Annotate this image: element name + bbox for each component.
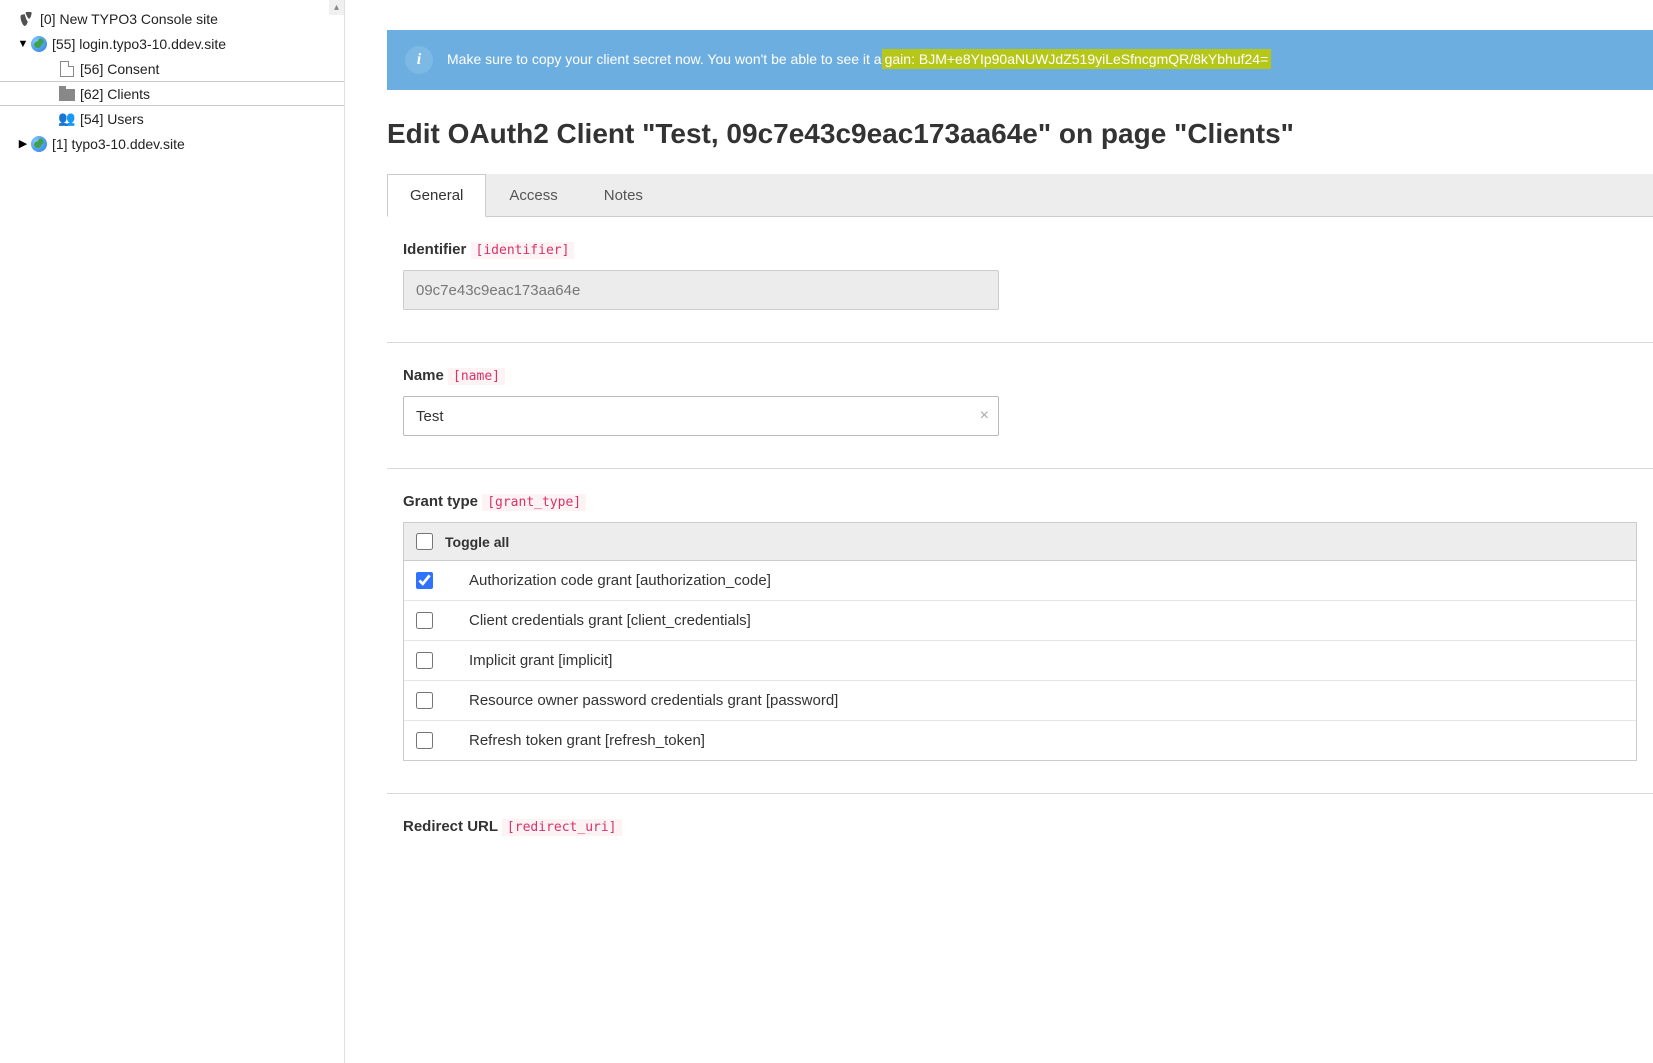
- grant-type-checklist: Toggle all Authorization code grant [aut…: [403, 522, 1637, 761]
- tree-label: [56] Consent: [80, 61, 159, 77]
- grant-option-row: Implicit grant [implicit]: [404, 641, 1636, 681]
- grant-option-checkbox[interactable]: [416, 572, 433, 589]
- tree-node-site1[interactable]: ▼ [55] login.typo3-10.ddev.site: [0, 31, 344, 56]
- tree-collapse-icon[interactable]: ▼: [16, 38, 30, 50]
- globe-icon: [30, 135, 48, 153]
- grant-option-checkbox[interactable]: [416, 692, 433, 709]
- tree-node-site2[interactable]: ▶ [1] typo3-10.ddev.site: [0, 131, 344, 156]
- tree-label: [54] Users: [80, 111, 144, 127]
- grant-option-label: Authorization code grant [authorization_…: [469, 572, 771, 589]
- folder-icon: [58, 85, 76, 103]
- field-label-text: Name: [403, 367, 444, 384]
- grant-option-row: Authorization code grant [authorization_…: [404, 561, 1636, 601]
- field-code: [name]: [448, 368, 505, 385]
- page-tree-sidebar: ▴ [0] New TYPO3 Console site ▼ [55] logi…: [0, 0, 345, 1063]
- tree-label: [1] typo3-10.ddev.site: [52, 136, 185, 152]
- scrollbar-up-icon[interactable]: ▴: [329, 0, 344, 15]
- name-input[interactable]: [403, 396, 999, 436]
- field-label-identifier: Identifier [identifier]: [403, 241, 1637, 258]
- grant-option-label: Resource owner password credentials gran…: [469, 692, 838, 709]
- main-content: i Make sure to copy your client secret n…: [345, 0, 1653, 1063]
- info-icon: i: [405, 46, 433, 74]
- field-label-text: Redirect URL: [403, 818, 498, 835]
- tree-node-consent[interactable]: [56] Consent: [0, 56, 344, 81]
- globe-icon: [30, 35, 48, 53]
- toggle-all-label: Toggle all: [445, 534, 509, 550]
- grant-option-checkbox[interactable]: [416, 732, 433, 749]
- tree-expand-icon[interactable]: ▶: [16, 137, 30, 150]
- grant-option-label: Refresh token grant [refresh_token]: [469, 732, 705, 749]
- field-section-redirect-uri: Redirect URL [redirect_uri]: [387, 794, 1653, 855]
- grant-option-row: Client credentials grant [client_credent…: [404, 601, 1636, 641]
- field-label-redirect-uri: Redirect URL [redirect_uri]: [403, 818, 1637, 835]
- alert-prefix: Make sure to copy your client secret now…: [447, 51, 882, 67]
- grant-option-checkbox[interactable]: [416, 652, 433, 669]
- toggle-all-checkbox[interactable]: [416, 533, 433, 550]
- tab-general[interactable]: General: [387, 174, 486, 217]
- clear-icon[interactable]: ×: [980, 407, 989, 425]
- grant-option-checkbox[interactable]: [416, 612, 433, 629]
- identifier-input[interactable]: [403, 270, 999, 310]
- alert-secret-highlight: gain: BJM+e8YIp90aNUWJdZ519yiLeSfncgmQR/…: [882, 49, 1272, 69]
- field-section-grant-type: Grant type [grant_type] Toggle all Autho…: [387, 469, 1653, 794]
- field-label-grant-type: Grant type [grant_type]: [403, 493, 1637, 510]
- tabs-bar: General Access Notes: [387, 174, 1653, 217]
- page-title: Edit OAuth2 Client "Test, 09c7e43c9eac17…: [387, 118, 1653, 150]
- typo3-icon: [18, 10, 36, 28]
- tree-label: [62] Clients: [80, 86, 150, 102]
- grant-option-row: Refresh token grant [refresh_token]: [404, 721, 1636, 760]
- users-icon: 👥: [58, 110, 76, 128]
- grant-option-row: Resource owner password credentials gran…: [404, 681, 1636, 721]
- field-code: [grant_type]: [482, 494, 586, 511]
- checklist-toggle-all-row: Toggle all: [404, 523, 1636, 561]
- tree-label: [0] New TYPO3 Console site: [40, 11, 218, 27]
- field-label-text: Identifier: [403, 241, 466, 258]
- grant-option-label: Implicit grant [implicit]: [469, 652, 612, 669]
- field-section-identifier: Identifier [identifier]: [387, 217, 1653, 343]
- tree-node-clients[interactable]: [62] Clients: [0, 81, 344, 106]
- field-code: [redirect_uri]: [502, 819, 622, 836]
- grant-option-label: Client credentials grant [client_credent…: [469, 612, 751, 629]
- field-label-text: Grant type: [403, 493, 478, 510]
- tree-label: [55] login.typo3-10.ddev.site: [52, 36, 226, 52]
- field-label-name: Name [name]: [403, 367, 1637, 384]
- tab-access[interactable]: Access: [486, 174, 580, 216]
- field-section-name: Name [name] ×: [387, 343, 1653, 469]
- tree-node-users[interactable]: 👥 [54] Users: [0, 106, 344, 131]
- alert-text: Make sure to copy your client secret now…: [447, 50, 1271, 70]
- field-code: [identifier]: [471, 242, 575, 259]
- page-icon: [58, 60, 76, 78]
- page-tree: [0] New TYPO3 Console site ▼ [55] login.…: [0, 6, 344, 156]
- tab-notes[interactable]: Notes: [581, 174, 666, 216]
- info-alert: i Make sure to copy your client secret n…: [387, 30, 1653, 90]
- tree-node-root[interactable]: [0] New TYPO3 Console site: [0, 6, 344, 31]
